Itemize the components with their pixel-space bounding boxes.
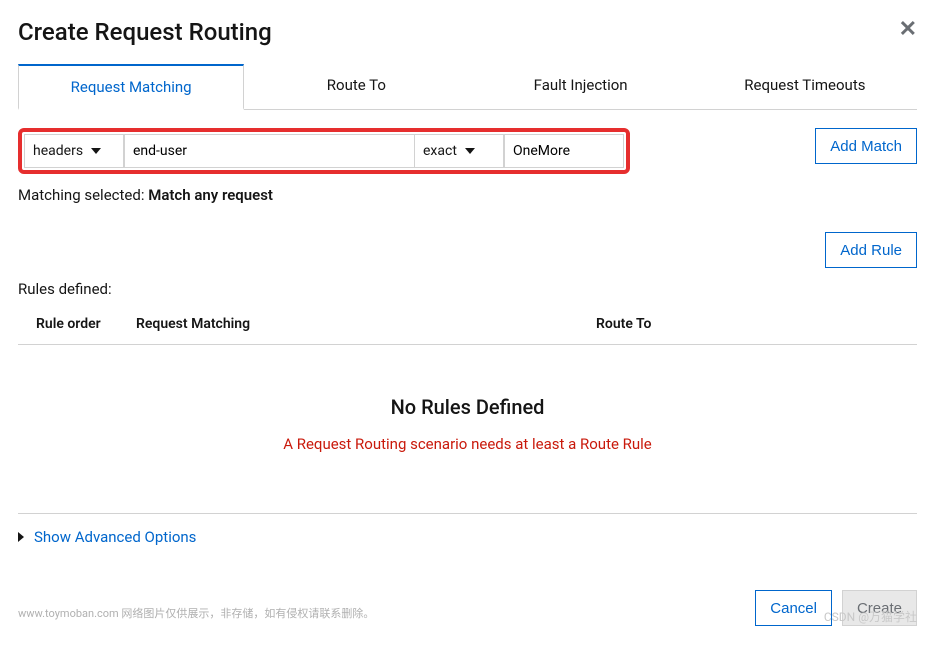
empty-state-title: No Rules Defined: [18, 395, 917, 419]
col-header-route: Route To: [596, 316, 917, 332]
match-value-input-wrap: [504, 134, 624, 168]
add-rule-button[interactable]: Add Rule: [825, 232, 917, 268]
tab-fault-injection[interactable]: Fault Injection: [469, 64, 693, 109]
cancel-button[interactable]: Cancel: [755, 590, 832, 626]
tabs-container: Request Matching Route To Fault Injectio…: [18, 64, 917, 110]
match-type-select[interactable]: headers: [24, 134, 124, 168]
rules-table-header: Rule order Request Matching Route To: [18, 304, 917, 345]
matching-selected-value: Match any request: [148, 186, 273, 204]
col-header-matching: Request Matching: [136, 316, 596, 332]
match-highlight-box: headers exact: [18, 128, 630, 174]
tab-request-timeouts[interactable]: Request Timeouts: [693, 64, 917, 109]
empty-state-desc: A Request Routing scenario needs at leas…: [18, 435, 917, 453]
match-operator-value: exact: [423, 143, 457, 159]
match-operator-select[interactable]: exact: [414, 134, 504, 168]
rules-defined-label: Rules defined:: [18, 280, 917, 298]
match-type-value: headers: [33, 143, 83, 159]
create-request-routing-modal: Create Request Routing ✕ Request Matchin…: [0, 0, 935, 636]
match-row: headers exact Add Match: [18, 128, 917, 174]
matching-selected-prefix: Matching selected:: [18, 186, 148, 204]
watermark-text: CSDN @万猫学社: [824, 608, 917, 625]
match-value-input[interactable]: [513, 143, 615, 159]
close-button[interactable]: ✕: [899, 18, 917, 40]
caret-down-icon: [91, 148, 101, 154]
add-match-button[interactable]: Add Match: [815, 128, 917, 164]
match-key-input-wrap: [124, 134, 414, 168]
modal-title: Create Request Routing: [18, 18, 272, 46]
chevron-right-icon: [18, 532, 24, 542]
caret-down-icon: [465, 148, 475, 154]
matching-selected-text: Matching selected: Match any request: [18, 186, 917, 204]
tab-request-matching[interactable]: Request Matching: [18, 64, 244, 110]
footer-note: www.toymoban.com 网络图片仅供展示，非存储，如有侵权请联系删除。: [18, 605, 374, 621]
advanced-options-label: Show Advanced Options: [34, 528, 196, 546]
tab-route-to[interactable]: Route To: [244, 64, 468, 109]
show-advanced-options[interactable]: Show Advanced Options: [18, 514, 917, 560]
col-header-order: Rule order: [36, 316, 136, 332]
empty-state: No Rules Defined A Request Routing scena…: [18, 345, 917, 473]
match-key-input[interactable]: [133, 143, 406, 159]
